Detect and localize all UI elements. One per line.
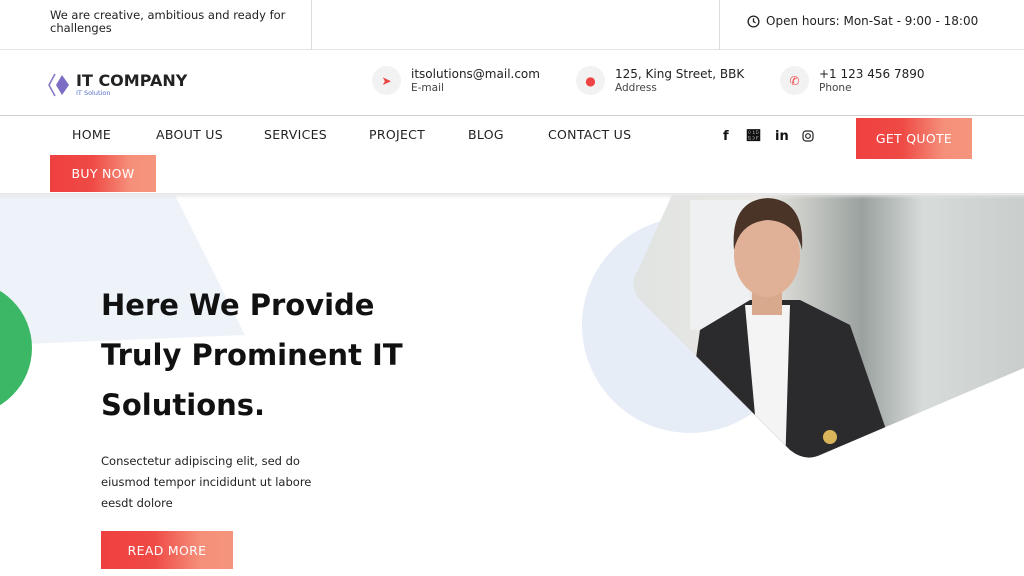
nav-contact-us[interactable]: CONTACT US [548,127,631,142]
open-hours: Open hours: Mon-Sat - 9:00 - 18:00 [747,14,978,28]
divider [719,0,720,50]
contact-address: ● 125, King Street, BBK Address [576,66,744,95]
logo[interactable]: IT COMPANY IT Solution [48,72,187,98]
nav-about-us[interactable]: ABOUT US [156,127,223,142]
logo-subtitle: IT Solution [76,89,111,97]
clock-icon [747,14,760,28]
linkedin-icon[interactable]: in [775,129,789,144]
tagline: We are creative, ambitious and ready for… [50,8,286,35]
hero-text: Consectetur adipiscing elit, sed do eius… [101,454,312,510]
logo-title: IT COMPANY [76,71,188,90]
contact-email[interactable]: ➤ itsolutions@mail.com E-mail [372,66,540,95]
get-quote-button[interactable]: GET QUOTE [856,118,972,159]
buy-now-button[interactable]: BUY NOW [50,155,156,192]
nav-shadow [0,193,1024,199]
nav-services[interactable]: SERVICES [264,127,327,142]
logo-diamond-icon [48,73,69,97]
facebook-icon[interactable]: f [723,129,729,144]
hero-title: Here We Provide Truly Prominent IT Solut… [101,288,403,422]
phone-icon: ✆ [780,66,809,95]
read-more-button[interactable]: READ MORE [101,531,233,569]
nav-home[interactable]: HOME [72,127,111,142]
contact-phone[interactable]: ✆ +1 123 456 7890 Phone [780,66,924,95]
divider [311,0,312,50]
nav-project[interactable]: PROJECT [369,127,425,142]
paper-plane-icon: ➤ [372,66,401,95]
map-pin-icon: ● [576,66,605,95]
twitter-icon[interactable]: 𝔿 [747,129,760,144]
nav-blog[interactable]: BLOG [468,127,504,142]
instagram-icon[interactable] [802,130,814,142]
top-bar: We are creative, ambitious and ready for… [0,0,1024,50]
